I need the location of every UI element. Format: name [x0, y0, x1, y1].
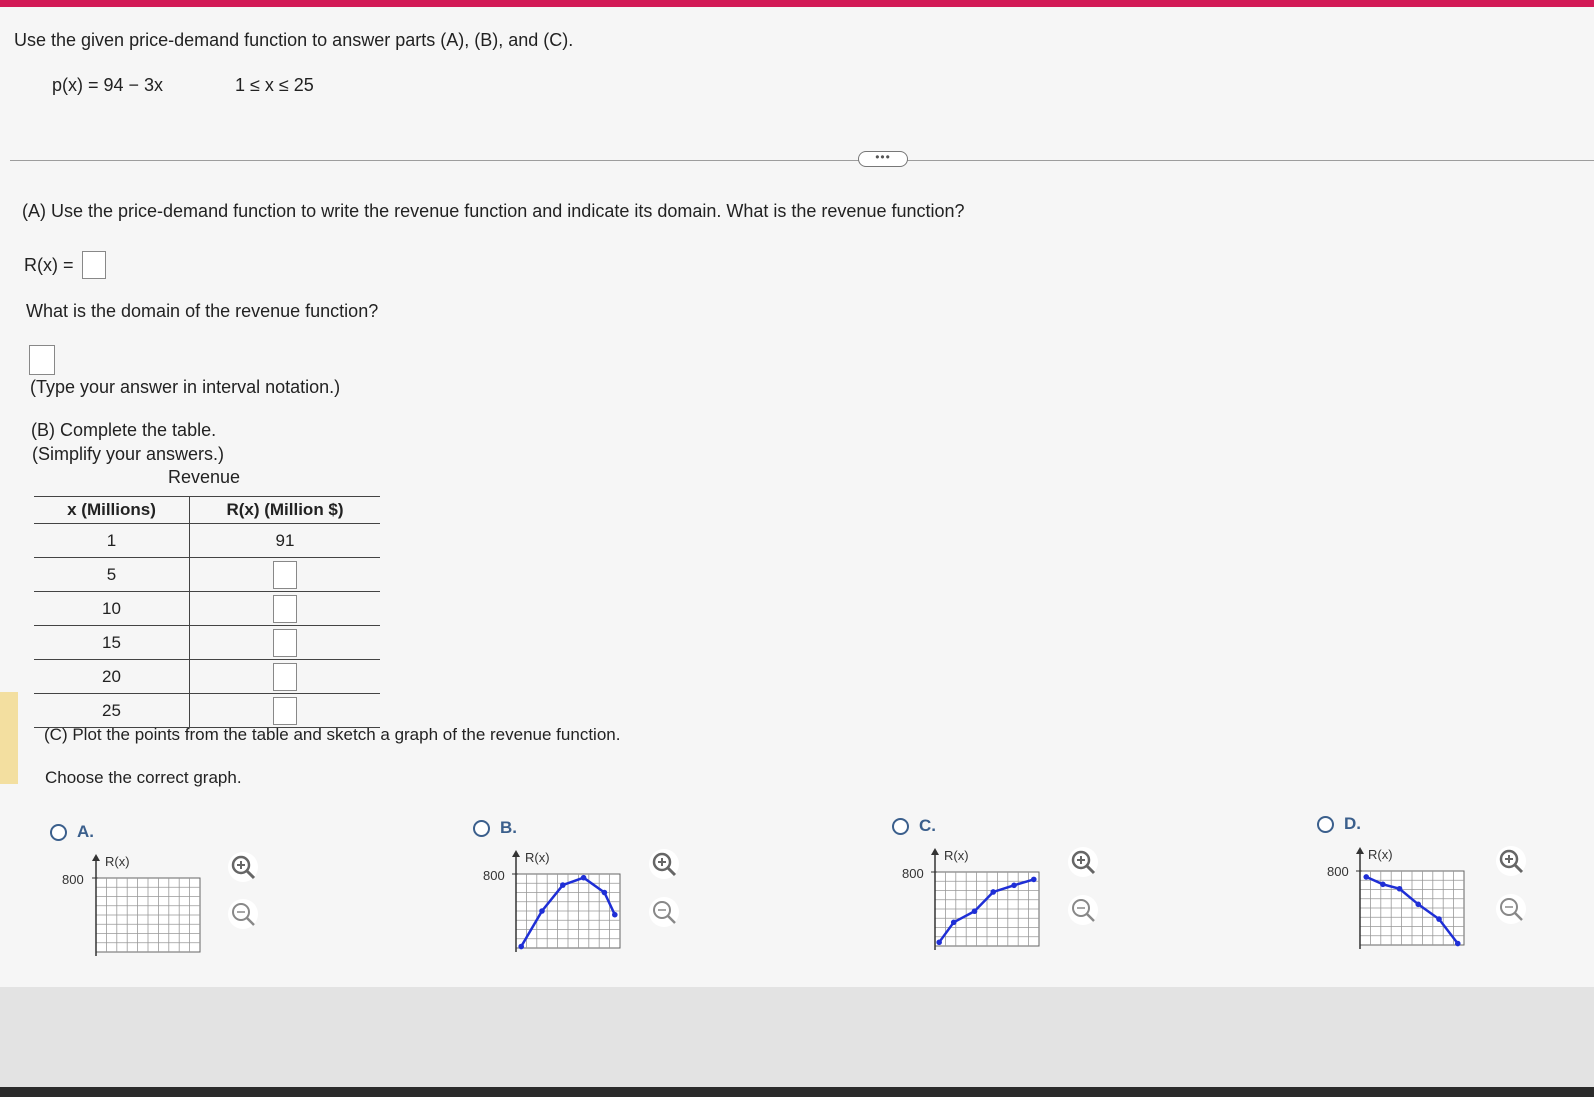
x-value: 20 — [34, 659, 190, 694]
y-tick-label: 800 — [62, 872, 84, 887]
x-value: 1 — [34, 523, 190, 558]
revenue-input-10[interactable] — [273, 594, 297, 623]
expand-button[interactable]: ••• — [858, 151, 908, 167]
graph-d — [1356, 847, 1465, 949]
table-row: 20 — [34, 659, 380, 694]
data-point — [612, 911, 618, 918]
revenue-function-input[interactable] — [82, 251, 106, 279]
simplify-note: (Simplify your answers.) — [32, 444, 225, 464]
zoom-in-icon[interactable] — [1496, 846, 1526, 876]
data-point — [1415, 901, 1422, 908]
revenue-input-20[interactable] — [273, 662, 297, 691]
data-point — [1380, 881, 1386, 888]
data-point — [1011, 882, 1017, 889]
part-b-instruction: (B) Complete the table. — [31, 420, 217, 440]
y-tick-label: 800 — [483, 868, 505, 883]
revenue-input-15[interactable] — [273, 628, 297, 657]
option-b-label: B. — [500, 818, 517, 837]
footer-area — [0, 987, 1594, 1087]
y-axis-arrow — [512, 850, 520, 857]
price-demand-function: p(x) = 94 − 3x — [52, 75, 164, 95]
zoom-out-icon[interactable] — [228, 899, 258, 929]
revenue-table: x (Millions) R(x) (Million $) 1 91 5 10 … — [34, 496, 380, 728]
table-row: 1 91 — [34, 523, 380, 558]
domain-constraint: 1 ≤ x ≤ 25 — [235, 75, 314, 95]
revenue-label: R(x) = — [24, 255, 74, 275]
table-title: Revenue — [168, 467, 241, 487]
data-point — [971, 908, 978, 915]
zoom-out-icon[interactable] — [649, 897, 679, 927]
part-c-instruction: (C) Plot the points from the table and s… — [44, 725, 621, 744]
revenue-input-5[interactable] — [273, 560, 297, 589]
data-point — [560, 882, 566, 888]
left-highlight-marker — [0, 692, 18, 784]
y-axis-arrow — [931, 848, 939, 855]
table-row: 25 — [34, 693, 380, 728]
part-a-question: (A) Use the price-demand function to wri… — [22, 201, 965, 221]
data-point — [990, 889, 997, 895]
zoom-out-icon[interactable] — [1068, 895, 1098, 925]
graph-a — [92, 854, 201, 956]
option-a-radio[interactable] — [50, 824, 67, 841]
y-axis-arrow — [92, 854, 100, 861]
revenue-value: 91 — [189, 523, 380, 558]
option-b-radio[interactable] — [473, 820, 490, 837]
option-a-label: A. — [77, 822, 94, 841]
data-point — [1454, 940, 1461, 947]
x-value: 10 — [34, 591, 190, 626]
data-point — [936, 939, 942, 946]
choose-graph-text: Choose the correct graph. — [45, 768, 242, 787]
data-point — [518, 943, 524, 950]
data-point — [1363, 874, 1370, 880]
domain-question: What is the domain of the revenue functi… — [26, 301, 379, 321]
x-value: 5 — [34, 557, 190, 592]
table-row: 5 — [34, 557, 380, 592]
section-divider — [10, 160, 1594, 161]
column-header-x: x (Millions) — [34, 496, 190, 524]
option-d-label: D. — [1344, 814, 1361, 833]
revenue-input-25[interactable] — [273, 696, 297, 725]
zoom-in-icon[interactable] — [228, 852, 258, 882]
option-d-radio[interactable] — [1317, 816, 1334, 833]
column-header-revenue: R(x) (Million $) — [189, 496, 380, 524]
domain-hint: (Type your answer in interval notation.) — [30, 377, 341, 397]
y-tick-label: 800 — [1327, 864, 1349, 879]
screen-bottom-edge — [0, 1087, 1594, 1097]
option-c-label: C. — [919, 816, 936, 835]
top-accent-bar — [0, 0, 1594, 7]
data-point — [1396, 885, 1403, 892]
data-point — [601, 889, 608, 896]
option-c-radio[interactable] — [892, 818, 909, 835]
table-row: 10 — [34, 591, 380, 626]
zoom-in-icon[interactable] — [1068, 847, 1098, 877]
data-point — [580, 874, 587, 881]
instruction-text: Use the given price-demand function to a… — [14, 30, 574, 50]
y-axis-arrow — [1356, 847, 1364, 854]
zoom-out-icon[interactable] — [1496, 894, 1526, 924]
data-point — [1436, 916, 1442, 922]
x-value: 15 — [34, 625, 190, 660]
data-point — [539, 908, 545, 914]
y-tick-label: 800 — [902, 866, 924, 881]
domain-input[interactable] — [29, 345, 55, 375]
x-value: 25 — [34, 693, 190, 728]
graph-c — [931, 848, 1040, 950]
table-row: 15 — [34, 625, 380, 660]
zoom-in-icon[interactable] — [649, 849, 679, 879]
data-point — [950, 919, 957, 926]
graph-b — [512, 850, 621, 952]
data-point — [1031, 876, 1037, 883]
